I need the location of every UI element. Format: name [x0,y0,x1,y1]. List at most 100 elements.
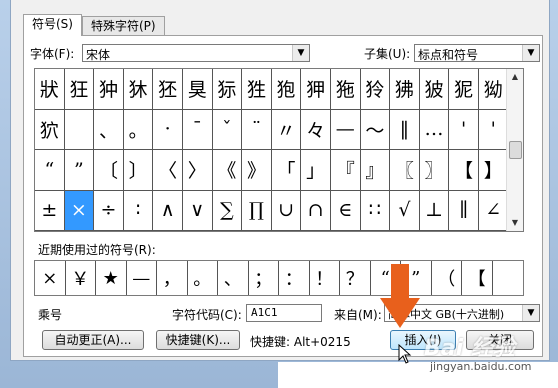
symbol-cell[interactable]: ∩ [301,190,331,231]
symbol-cell[interactable]: 【 [449,150,479,191]
recent-symbol-cell[interactable]: × [35,261,66,295]
symbol-cell[interactable]: 。 [123,109,154,150]
symbol-cell[interactable] [64,109,95,150]
symbol-cell[interactable]: 狊 [182,69,213,110]
symbol-cell[interactable]: 狉 [153,69,183,110]
down-arrow-icon [380,264,420,328]
symbol-cell[interactable]: ∥ [449,190,479,231]
recent-symbols: × ￥ ★ —，。、；：！？ “” （【 [34,260,524,296]
font-select[interactable]: 宋体 ▼ [82,44,310,62]
symbol-cell[interactable]: 狀 [35,69,65,110]
symbol-cell[interactable]: 狎 [301,69,331,110]
symbol-cell[interactable]: ∏ [242,190,272,231]
symbol-cell[interactable]: ∈ [330,190,361,231]
symbol-cell[interactable]: 狏 [330,69,361,110]
symbol-cell[interactable]: — [330,109,361,150]
symbol-cell[interactable]: 狕 [478,69,509,110]
charcode-label: 字符代码(C): [172,308,242,322]
symbol-cell[interactable]: 狔 [449,69,479,110]
recent-symbol-cell[interactable]: ； [249,261,279,295]
scroll-up-icon[interactable]: ▲ [507,69,523,85]
symbol-cell[interactable]: ' [478,109,509,150]
subset-select[interactable]: 标点和符号 ▼ [414,44,540,62]
shortcut-key-button[interactable]: 快捷键(K)... [156,330,240,350]
symbol-cell[interactable]: ˉ [182,109,213,150]
symbol-cell[interactable]: 狋 [212,69,243,110]
scroll-down-icon[interactable]: ▼ [507,215,523,231]
symbol-cell[interactable]: ¨ [242,109,272,150]
recent-symbol-cell[interactable]: （ [432,261,462,295]
symbol-cell[interactable]: ～ [360,109,391,150]
autocorrect-button[interactable]: 自动更正(A)... [42,330,144,350]
recent-label: 近期使用过的符号(R): [38,243,156,257]
symbol-cell[interactable]: 狓 [419,69,450,110]
font-value: 宋体 [86,48,111,62]
symbol-cell[interactable]: 狂 [64,69,95,110]
symbol-cell[interactable]: ∨ [182,190,213,231]
recent-symbol-cell[interactable]: 【 [462,261,493,295]
symbol-cell[interactable]: 「 [271,150,302,191]
grid-scrollbar[interactable]: ▲ ▼ [506,69,523,231]
symbol-cell[interactable]: ∪ [271,190,302,231]
symbol-cell[interactable]: ' [449,109,479,150]
symbol-cell[interactable]: 〗 [419,150,450,191]
scroll-thumb[interactable] [509,141,522,159]
recent-symbol-cell[interactable] [493,261,524,295]
recent-symbol-cell[interactable]: ￥ [66,261,96,295]
tab-symbols[interactable]: 符号(S) [23,14,82,36]
symbol-cell[interactable]: · [153,109,183,150]
recent-symbol-cell[interactable]: ？ [340,261,371,295]
symbol-cell[interactable]: 》 [242,150,272,191]
tab-special-chars[interactable]: 特殊字符(P) [81,16,165,36]
symbol-cell[interactable]: … [419,109,450,150]
symbol-cell[interactable]: 《 [212,150,243,191]
symbol-cell[interactable]: 狆 [94,69,124,110]
recent-symbol-cell[interactable]: ， [157,261,188,295]
symbol-cell[interactable]: 〉 [182,150,213,191]
recent-symbol-cell[interactable]: ： [279,261,310,295]
symbol-cell[interactable]: ∶ [123,190,154,231]
symbol-cell[interactable]: 』 [360,150,391,191]
symbol-cell[interactable]: 『 [330,150,361,191]
symbol-cell[interactable]: 〔 [94,150,124,191]
recent-symbol-cell[interactable]: ★ [96,261,127,295]
chevron-down-icon[interactable]: ▼ [522,45,539,61]
symbol-cell[interactable]: ∠ [478,190,509,231]
subset-label: 子集(U): [364,47,411,61]
recent-symbol-cell[interactable]: 、 [218,261,249,295]
symbol-cell[interactable]: 狇 [123,69,154,110]
symbol-cell[interactable]: 、 [94,109,124,150]
symbol-cell[interactable]: 々 [301,109,331,150]
charcode-input[interactable]: A1C1 [246,304,322,322]
symbol-cell[interactable]: ∑ [212,190,243,231]
symbol-cell[interactable]: “ [35,150,65,191]
recent-symbol-cell[interactable]: ！ [310,261,340,295]
symbol-cell-selected[interactable]: × [64,190,95,231]
symbol-cell[interactable]: ‖ [390,109,420,150]
symbol-cell[interactable]: ÷ [94,190,124,231]
symbol-cell[interactable]: 〈 [153,150,183,191]
font-label: 字体(F): [30,47,75,61]
tab-strip: 符号(S) 特殊字符(P) [23,14,165,36]
recent-symbol-cell[interactable]: 。 [188,261,218,295]
symbol-cell[interactable]: 狖 [35,109,65,150]
symbol-cell[interactable]: ˇ [212,109,243,150]
symbol-cell[interactable]: ± [35,190,65,231]
symbol-cell[interactable]: 狌 [242,69,272,110]
chevron-down-icon[interactable]: ▼ [522,305,539,321]
symbol-cell[interactable]: ” [64,150,95,191]
symbol-cell[interactable]: 〕 [123,150,154,191]
symbol-cell[interactable]: 狍 [271,69,302,110]
symbol-cell[interactable]: 】 [478,150,509,191]
symbol-cell[interactable]: 狑 [360,69,391,110]
symbol-cell[interactable]: √ [390,190,420,231]
symbol-cell[interactable]: 」 [301,150,331,191]
chevron-down-icon[interactable]: ▼ [292,45,309,61]
symbol-cell[interactable]: ∧ [153,190,183,231]
recent-symbol-cell[interactable]: — [127,261,157,295]
symbol-cell[interactable]: 狒 [390,69,420,110]
symbol-cell[interactable]: 〃 [271,109,302,150]
symbol-cell[interactable]: ⊥ [419,190,450,231]
symbol-cell[interactable]: 〖 [390,150,420,191]
symbol-cell[interactable]: ∷ [360,190,391,231]
